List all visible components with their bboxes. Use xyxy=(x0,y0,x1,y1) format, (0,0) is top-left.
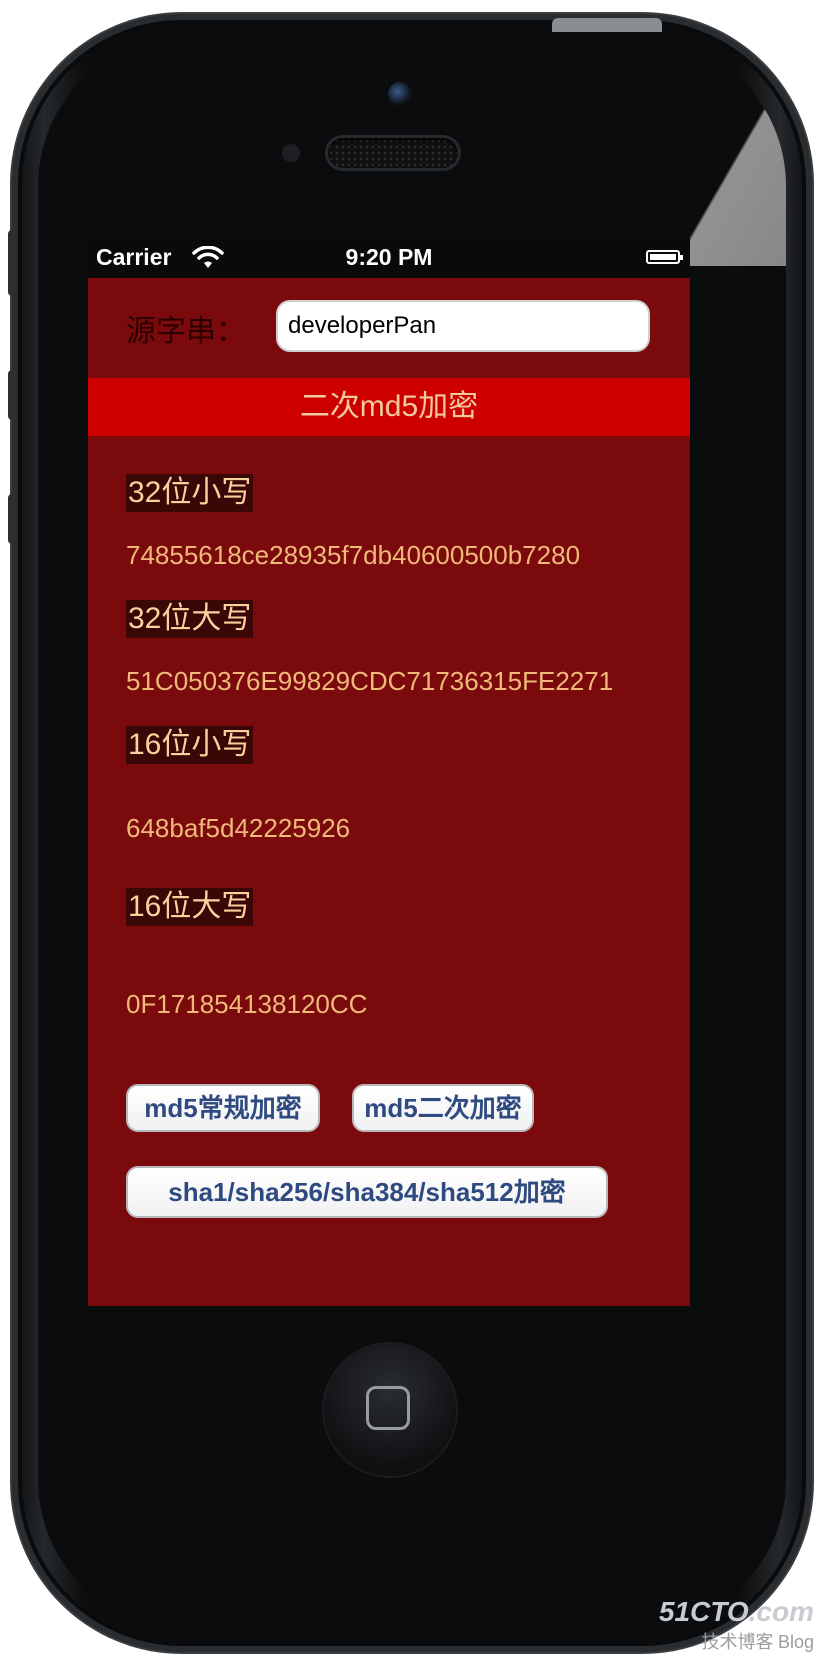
source-string-label: 源字串： xyxy=(126,315,246,348)
source-string-input[interactable]: developerPan xyxy=(276,300,650,352)
watermark-site: 51CTO.com xyxy=(658,1596,814,1627)
md5-double-button[interactable]: md5二次加密 xyxy=(352,1084,534,1132)
label-16-uppercase: 16位大写 xyxy=(126,888,254,926)
volume-up-button xyxy=(8,370,16,420)
earpiece-speaker xyxy=(328,138,458,168)
clock: 9:20 PM xyxy=(345,244,433,270)
home-square-icon xyxy=(366,1386,410,1430)
value-16-lowercase: 648baf5d42225926 xyxy=(126,813,351,843)
proximity-sensor xyxy=(282,144,300,162)
label-32-uppercase: 32位大写 xyxy=(126,600,254,638)
value-16-uppercase: 0F171854138120CC xyxy=(126,989,368,1019)
battery-icon xyxy=(646,250,683,264)
home-button[interactable] xyxy=(324,1344,456,1476)
value-32-uppercase: 51C050376E99829CDC71736315FE2271 xyxy=(126,666,614,696)
volume-down-button xyxy=(8,494,16,544)
double-md5-banner: 二次md5加密 xyxy=(88,378,690,436)
app-screen: Carrier 9:20 PM 源字串： developerPan 二次md5加… xyxy=(88,238,690,1306)
watermark-sub: 技术博客 xyxy=(701,1632,774,1652)
label-32-lowercase: 32位小写 xyxy=(126,474,254,512)
watermark-blog: Blog xyxy=(777,1632,814,1652)
front-camera xyxy=(388,82,412,106)
md5-normal-button[interactable]: md5常规加密 xyxy=(126,1084,320,1132)
value-32-lowercase: 74855618ce28935f7db40600500b7280 xyxy=(126,540,581,570)
site-watermark: 51CTO.com 技术博客 Blog xyxy=(659,1596,814,1654)
label-16-lowercase: 16位小写 xyxy=(126,726,254,764)
mute-switch xyxy=(8,230,16,296)
sha-encrypt-button[interactable]: sha1/sha256/sha384/sha512加密 xyxy=(126,1166,608,1218)
power-button xyxy=(552,18,662,32)
status-bar: Carrier 9:20 PM xyxy=(88,238,690,278)
